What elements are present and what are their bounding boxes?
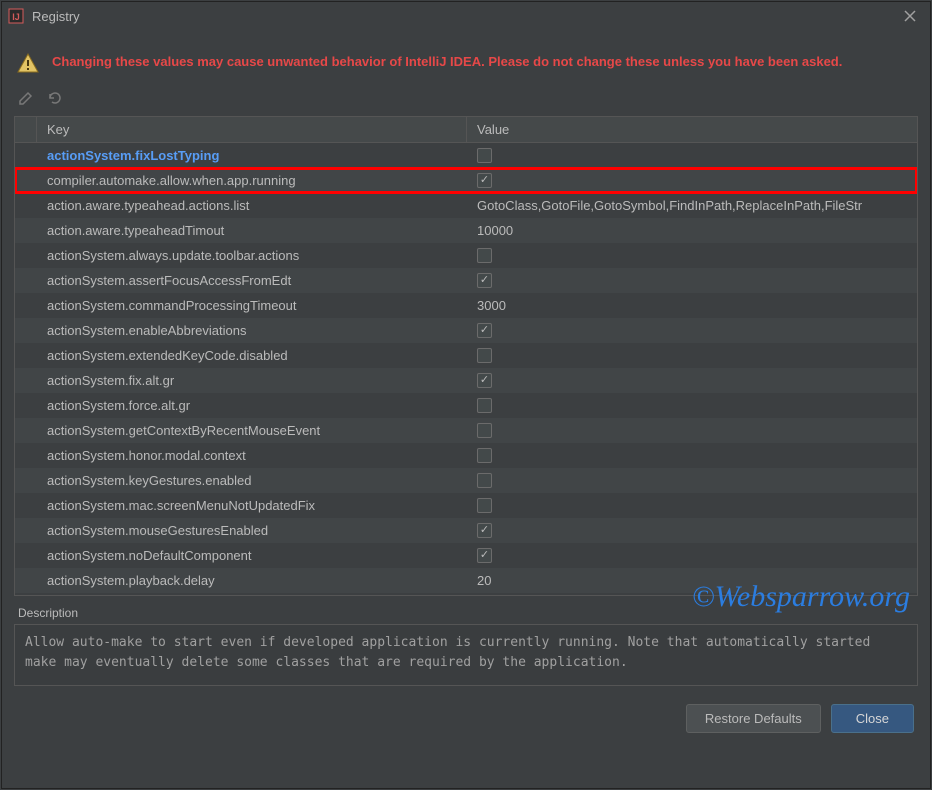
svg-text:IJ: IJ <box>12 12 20 22</box>
checkbox[interactable] <box>477 498 492 513</box>
row-key: actionSystem.noDefaultComponent <box>37 548 467 563</box>
row-value[interactable] <box>467 148 917 163</box>
checkbox[interactable] <box>477 548 492 563</box>
app-icon: IJ <box>8 8 24 24</box>
row-key: action.aware.typeaheadTimout <box>37 223 467 238</box>
table-row[interactable]: actionSystem.extendedKeyCode.disabled <box>15 343 917 368</box>
table-header: Key Value <box>15 117 917 143</box>
column-value[interactable]: Value <box>467 117 917 142</box>
registry-table: Key Value actionSystem.fixLostTyping comp… <box>14 116 918 596</box>
row-value[interactable] <box>467 323 917 338</box>
row-value[interactable] <box>467 548 917 563</box>
row-key: actionSystem.keyGestures.enabled <box>37 473 467 488</box>
row-key: actionSystem.fixLostTyping <box>37 148 467 163</box>
button-row: Restore Defaults Close <box>0 686 932 743</box>
checkbox[interactable] <box>477 473 492 488</box>
row-value[interactable] <box>467 173 917 188</box>
row-key: actionSystem.mac.screenMenuNotUpdatedFix <box>37 498 467 513</box>
table-row[interactable]: actionSystem.mouseGesturesEnabled <box>15 518 917 543</box>
row-key: compiler.automake.allow.when.app.running <box>37 173 467 188</box>
warning-icon <box>16 52 40 76</box>
row-key: actionSystem.force.alt.gr <box>37 398 467 413</box>
close-button[interactable]: Close <box>831 704 914 733</box>
row-key: actionSystem.honor.modal.context <box>37 448 467 463</box>
table-body[interactable]: actionSystem.fixLostTyping compiler.autom… <box>15 143 917 595</box>
row-key: actionSystem.always.update.toolbar.actio… <box>37 248 467 263</box>
titlebar: IJ Registry <box>0 0 932 32</box>
table-row[interactable]: actionSystem.mac.screenMenuNotUpdatedFix <box>15 493 917 518</box>
row-value[interactable] <box>467 448 917 463</box>
row-value[interactable]: GotoClass,GotoFile,GotoSymbol,FindInPath… <box>467 198 917 213</box>
row-value[interactable] <box>467 398 917 413</box>
edit-icon[interactable] <box>16 88 36 108</box>
row-value[interactable] <box>467 348 917 363</box>
row-value[interactable] <box>467 473 917 488</box>
checkbox[interactable] <box>477 523 492 538</box>
table-row[interactable]: compiler.automake.allow.when.app.running <box>15 168 917 193</box>
warning-text: Changing these values may cause unwanted… <box>52 52 842 72</box>
warning-banner: Changing these values may cause unwanted… <box>0 32 932 88</box>
column-gutter <box>15 117 37 142</box>
row-key: actionSystem.assertFocusAccessFromEdt <box>37 273 467 288</box>
checkbox[interactable] <box>477 248 492 263</box>
table-row[interactable]: actionSystem.force.alt.gr <box>15 393 917 418</box>
checkbox[interactable] <box>477 448 492 463</box>
revert-icon[interactable] <box>44 88 64 108</box>
checkbox[interactable] <box>477 398 492 413</box>
row-value[interactable]: 3000 <box>467 298 917 313</box>
row-value[interactable] <box>467 373 917 388</box>
table-row[interactable]: actionSystem.noDefaultComponent <box>15 543 917 568</box>
checkbox[interactable] <box>477 173 492 188</box>
checkbox[interactable] <box>477 273 492 288</box>
checkbox[interactable] <box>477 373 492 388</box>
checkbox[interactable] <box>477 348 492 363</box>
restore-defaults-button[interactable]: Restore Defaults <box>686 704 821 733</box>
row-key: action.aware.typeahead.actions.list <box>37 198 467 213</box>
row-key: actionSystem.playback.delay <box>37 573 467 588</box>
row-key: actionSystem.getContextByRecentMouseEven… <box>37 423 467 438</box>
toolbar <box>0 88 932 116</box>
row-key: actionSystem.commandProcessingTimeout <box>37 298 467 313</box>
table-row[interactable]: actionSystem.getContextByRecentMouseEven… <box>15 418 917 443</box>
row-value[interactable]: 10000 <box>467 223 917 238</box>
table-row[interactable]: actionSystem.fixLostTyping <box>15 143 917 168</box>
description-label: Description <box>18 606 914 620</box>
row-key: actionSystem.fix.alt.gr <box>37 373 467 388</box>
table-row[interactable]: action.aware.typeahead.actions.listGotoC… <box>15 193 917 218</box>
table-row[interactable]: actionSystem.fix.alt.gr <box>15 368 917 393</box>
checkbox[interactable] <box>477 423 492 438</box>
description-box: Allow auto-make to start even if develop… <box>14 624 918 686</box>
row-value[interactable] <box>467 248 917 263</box>
row-key: actionSystem.enableAbbreviations <box>37 323 467 338</box>
table-row[interactable]: actionSystem.playback.delay20 <box>15 568 917 593</box>
table-row[interactable]: actionSystem.commandProcessingTimeout300… <box>15 293 917 318</box>
row-key: actionSystem.mouseGesturesEnabled <box>37 523 467 538</box>
checkbox[interactable] <box>477 323 492 338</box>
row-value[interactable] <box>467 498 917 513</box>
table-row[interactable]: action.aware.typeaheadTimout10000 <box>15 218 917 243</box>
row-value[interactable] <box>467 273 917 288</box>
checkbox[interactable] <box>477 148 492 163</box>
table-row[interactable]: actionSystem.enableAbbreviations <box>15 318 917 343</box>
row-key: actionSystem.extendedKeyCode.disabled <box>37 348 467 363</box>
dialog-title: Registry <box>32 9 896 24</box>
close-icon[interactable] <box>896 2 924 30</box>
table-row[interactable]: actionSystem.honor.modal.context <box>15 443 917 468</box>
table-row[interactable]: actionSystem.assertFocusAccessFromEdt <box>15 268 917 293</box>
row-value[interactable] <box>467 523 917 538</box>
row-value[interactable] <box>467 423 917 438</box>
column-key[interactable]: Key <box>37 117 467 142</box>
row-value[interactable]: 20 <box>467 573 917 588</box>
table-row[interactable]: actionSystem.keyGestures.enabled <box>15 468 917 493</box>
table-row[interactable]: actionSystem.always.update.toolbar.actio… <box>15 243 917 268</box>
